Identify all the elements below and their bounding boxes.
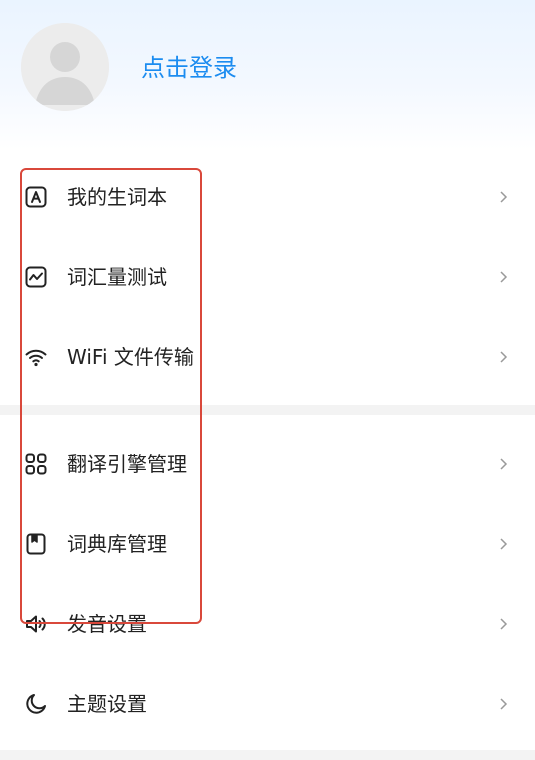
chevron-right-icon [500,351,508,363]
menu-item-label: 翻译引擎管理 [67,452,187,476]
user-silhouette-icon [21,23,109,111]
chevron-right-icon [500,538,508,550]
moon-icon [26,694,46,714]
grid-apps-icon [25,453,47,475]
profile-header: 点击登录 [0,0,535,150]
menu-item-label: 词典库管理 [67,532,167,556]
menu-item-theme[interactable]: 主题设置 [0,664,535,744]
menu-item-label: 主题设置 [67,692,147,716]
trend-chart-icon [25,266,47,288]
wifi-icon [25,349,47,367]
menu-item-label: 词汇量测试 [67,265,167,289]
menu-item-dictionary-library[interactable]: 词典库管理 [0,504,535,584]
menu-item-vocab-test[interactable]: 词汇量测试 [0,237,535,317]
login-link[interactable]: 点击登录 [141,50,237,86]
speaker-icon [26,615,46,633]
letter-a-box-icon [25,186,47,208]
menu-item-label: WiFi 文件传输 [67,345,194,369]
menu-item-label: 我的生词本 [67,185,167,209]
chevron-right-icon [500,191,508,203]
menu-item-translation-engines[interactable]: 翻译引擎管理 [0,424,535,504]
menu-item-wifi-transfer[interactable]: WiFi 文件传输 [0,317,535,397]
avatar[interactable] [21,23,109,111]
menu-item-label: 发音设置 [67,612,147,636]
chevron-right-icon [500,271,508,283]
menu-item-vocab-book[interactable]: 我的生词本 [0,157,535,237]
chevron-right-icon [500,618,508,630]
chevron-right-icon [500,458,508,470]
book-icon [26,533,46,555]
chevron-right-icon [500,698,508,710]
section-divider [0,750,535,760]
settings-page: 点击登录 我的生词本 词汇量测试 WiFi 文件传输 翻译引擎管理 词典库管理 … [0,0,535,760]
menu-item-pronunciation[interactable]: 发音设置 [0,584,535,664]
section-divider [0,405,535,415]
